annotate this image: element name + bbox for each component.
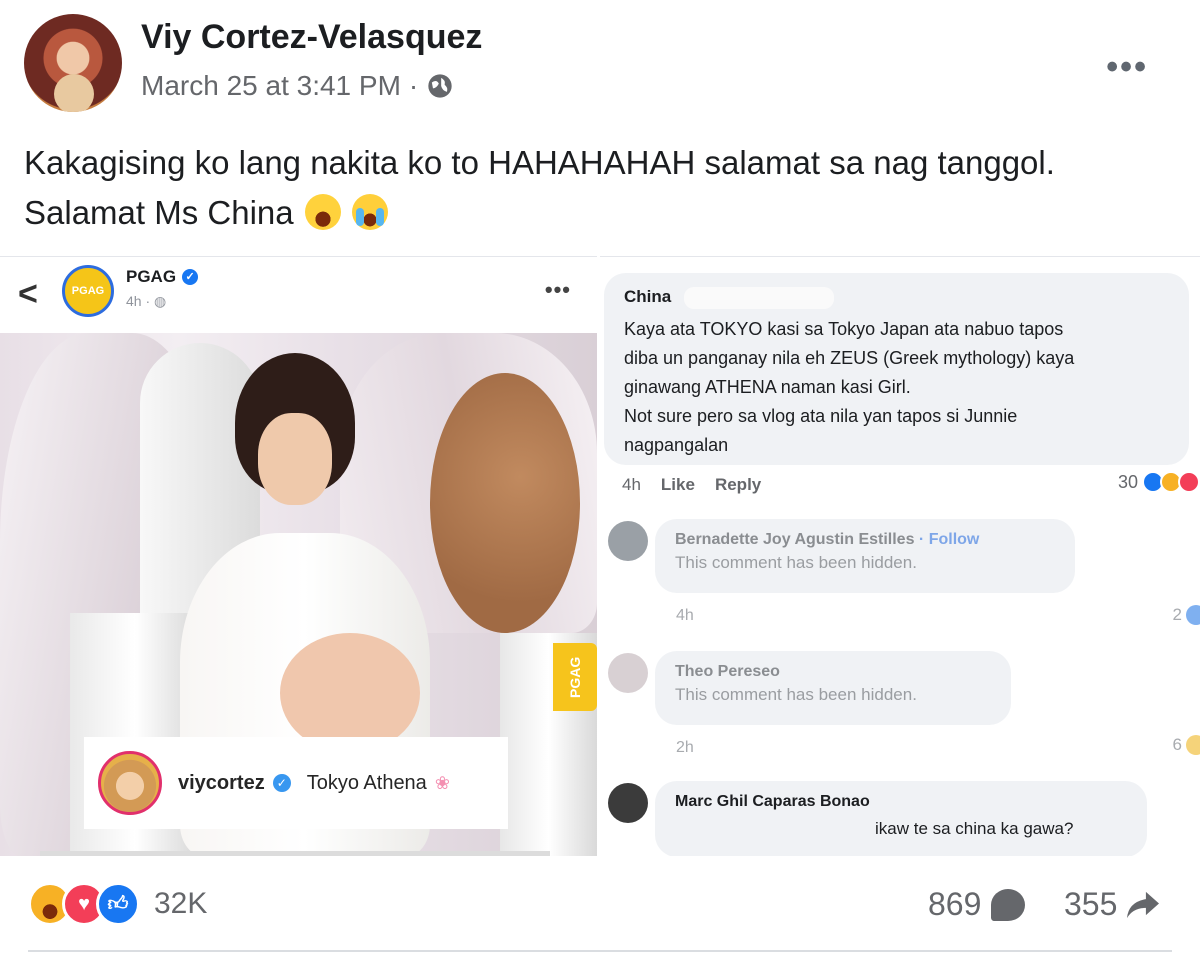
comment-reactions[interactable]: 30 (1118, 471, 1200, 493)
tag-username[interactable]: viycortez (178, 772, 265, 795)
commenter-avatar[interactable] (608, 653, 648, 693)
comment-line: ginawang ATHENA naman kasi Girl. (624, 377, 911, 397)
tag-caption: Tokyo Athena (306, 771, 427, 794)
embedded-screenshot-comments[interactable]: China Kaya ata TOKYO kasi sa Tokyo Japan… (600, 256, 1200, 856)
follow-link[interactable]: · Follow (919, 531, 979, 548)
page-name[interactable]: PGAG ✓ (126, 267, 199, 287)
comment-author[interactable]: China (624, 287, 671, 306)
face (258, 413, 332, 505)
verified-badge-icon: ✓ (182, 269, 199, 285)
hidden-comment-text: This comment has been hidden. (675, 553, 917, 572)
share-count-button[interactable]: 355 (1064, 886, 1161, 923)
post-caption: Kakagising ko lang nakita ko to HAHAHAHA… (24, 138, 1174, 238)
comment-actions: 4h Like Reply (622, 475, 761, 495)
reply-reactions[interactable]: 6 (1173, 735, 1200, 755)
comment-bubble-hidden: Theo Pereseo This comment has been hidde… (655, 651, 1011, 725)
comment-bubble-hidden: Bernadette Joy Agustin Estilles · Follow… (655, 519, 1075, 593)
reaction-count: 32K (154, 887, 208, 920)
reaction-summary[interactable]: ♥ 👍︎ 32K (28, 882, 207, 926)
back-arrow-icon[interactable]: < (18, 275, 38, 314)
embedded-more-icon[interactable]: ••• (545, 277, 571, 303)
blurred-name (683, 287, 834, 309)
instagram-tag-card[interactable]: viycortez ✓ Tokyo Athena ❀ (84, 737, 508, 829)
page-name-text: PGAG (126, 267, 177, 286)
reply-time: 4h (676, 607, 694, 624)
pgag-page-avatar[interactable]: PGAG (62, 265, 114, 317)
caption-line-2: Salamat Ms China (24, 188, 1174, 238)
comment-reaction-count: 30 (1117, 471, 1138, 492)
post-timestamp[interactable]: March 25 at 3:41 PM (141, 70, 401, 102)
love-reaction-icon (1178, 471, 1200, 493)
comment-bubble-marc: Marc Ghil Caparas Bonao ikaw te sa china… (655, 781, 1147, 856)
comment-line: Not sure pero sa vlog ata nila yan tapos… (624, 406, 1018, 426)
maternity-photo[interactable]: PGAG viycortez ✓ Tokyo Athena ❀ (0, 333, 597, 856)
globe-small-icon: ◍ (154, 293, 167, 309)
reply-reaction-count: 6 (1172, 735, 1182, 754)
comment-line: diba un panganay nila eh ZEUS (Greek myt… (624, 348, 1075, 368)
share-count: 355 (1064, 886, 1118, 922)
share-icon (1127, 891, 1160, 918)
globe-icon (428, 74, 452, 98)
meta-separator: · (408, 70, 419, 101)
post-meta: March 25 at 3:41 PM · (141, 70, 454, 102)
comment-text: Kaya ata TOKYO kasi sa Tokyo Japan ata n… (624, 315, 1169, 460)
like-icon: 👍︎ (96, 882, 140, 926)
flower-icon: ❀ (434, 772, 450, 793)
embedded-post-header: < PGAG PGAG ✓ 4h · ◍ ••• (0, 257, 597, 333)
commenter-avatar[interactable] (608, 521, 648, 561)
laughing-emoji-icon (304, 194, 341, 230)
comment-count-button[interactable]: 869 (928, 886, 1026, 923)
comment-count: 869 (928, 886, 982, 922)
haha-reaction-icon (1186, 735, 1200, 755)
caption-line-2-text: Salamat Ms China (24, 194, 294, 231)
backdrop-circle (430, 373, 580, 633)
caption-line-1: Kakagising ko lang nakita ko to HAHAHAHA… (24, 144, 1055, 181)
post-footer: ♥ 👍︎ 32K 869 355 (0, 860, 1200, 959)
post-header: Viy Cortez-Velasquez March 25 at 3:41 PM… (0, 0, 1200, 120)
reply-link[interactable]: Reply (715, 475, 761, 495)
footer-divider (28, 950, 1172, 952)
comment-line: Kaya ata TOKYO kasi sa Tokyo Japan ata n… (624, 319, 1064, 339)
comment-bubble-china: China Kaya ata TOKYO kasi sa Tokyo Japan… (604, 273, 1189, 465)
pgag-watermark: PGAG (553, 643, 597, 711)
reply-author[interactable]: Bernadette Joy Agustin Estilles (675, 531, 914, 548)
reply-author[interactable]: Marc Ghil Caparas Bonao (675, 793, 1127, 811)
reply-reactions[interactable]: 2 (1173, 605, 1200, 625)
like-link[interactable]: Like (661, 475, 695, 495)
comment-time: 4h (622, 475, 641, 494)
belly (280, 633, 420, 753)
like-reaction-icon (1186, 605, 1200, 625)
viycortez-avatar[interactable] (98, 751, 162, 815)
more-options-icon[interactable]: ••• (1106, 50, 1148, 84)
page-post-time: 4h · ◍ (126, 293, 166, 310)
author-name[interactable]: Viy Cortez-Velasquez (141, 18, 482, 57)
hidden-comment-text: This comment has been hidden. (675, 685, 917, 704)
page-time-text: 4h · (126, 293, 155, 309)
reply-time: 2h (676, 739, 694, 756)
reply-reaction-count: 2 (1172, 605, 1182, 624)
crying-emoji-icon (351, 194, 388, 230)
tag-verified-icon: ✓ (272, 774, 291, 792)
reply-text: ikaw te sa china ka gawa? (875, 819, 1074, 838)
comment-icon (991, 888, 1026, 921)
photo-bottom-bar (40, 851, 550, 856)
comment-author-row: China (624, 287, 1169, 309)
comment-line: nagpangalan (624, 435, 729, 455)
embedded-screenshot-left[interactable]: < PGAG PGAG ✓ 4h · ◍ ••• PGAG viycortez … (0, 256, 597, 856)
commenter-avatar[interactable] (608, 783, 648, 823)
author-avatar[interactable] (24, 14, 122, 112)
reply-author[interactable]: Theo Pereseo (675, 663, 991, 681)
